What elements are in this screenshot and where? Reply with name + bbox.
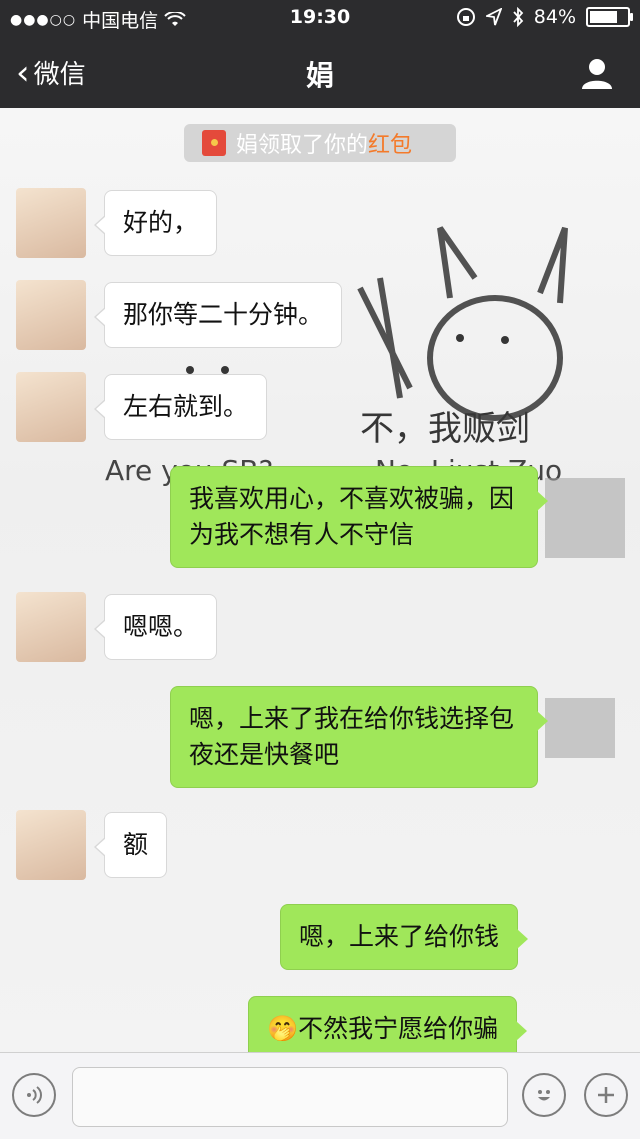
- message-bubble-outgoing[interactable]: 嗯，上来了给你钱: [280, 904, 529, 970]
- input-bar: [0, 1052, 640, 1139]
- contact-avatar[interactable]: [16, 810, 86, 880]
- bluetooth-icon: [513, 7, 524, 27]
- message-bubble-incoming[interactable]: 左右就到。: [93, 374, 268, 440]
- system-message-text: 娟领取了你的: [236, 133, 369, 158]
- contact-avatar[interactable]: [16, 188, 86, 258]
- nav-bar: ‹ 微信 娟: [0, 40, 640, 108]
- message-bubble-outgoing[interactable]: 我喜欢用心，不喜欢被骗，因为我不想有人不守信: [170, 466, 548, 568]
- chat-title: 娟: [305, 59, 334, 92]
- contact-avatar[interactable]: [16, 372, 86, 442]
- battery-percent: 84%: [533, 6, 576, 28]
- message-bubble-incoming[interactable]: 嗯嗯。: [93, 594, 218, 660]
- message-bubble-outgoing[interactable]: 嗯，上来了我在给你钱选择包夜还是快餐吧: [170, 686, 548, 788]
- message-bubble-incoming[interactable]: 那你等二十分钟。: [93, 282, 343, 348]
- rotation-lock-icon: [456, 8, 475, 26]
- contact-avatar[interactable]: [16, 592, 86, 662]
- battery-icon: [586, 7, 633, 27]
- voice-icon: [27, 1086, 42, 1104]
- emoji-button[interactable]: [522, 1073, 566, 1117]
- contact-avatar[interactable]: [16, 280, 86, 350]
- plus-icon: [598, 1087, 614, 1103]
- message-bubble-incoming[interactable]: 额: [93, 812, 168, 878]
- top-bar: ●●●○○ 中国电信 19:30 84% ‹ 微信 娟: [0, 0, 640, 108]
- profile-icon[interactable]: [580, 56, 614, 90]
- location-icon: [485, 8, 502, 26]
- message-bubble-incoming[interactable]: 好的，: [93, 190, 218, 256]
- voice-button[interactable]: [12, 1073, 56, 1117]
- message-bubble-outgoing[interactable]: 🤭不然我宁愿给你骗: [248, 996, 528, 1052]
- message-input[interactable]: [72, 1067, 508, 1127]
- chat-area[interactable]: 不，我贩剑 Are you SB? No, I just Zuo 娟领取了你的红…: [0, 108, 640, 1052]
- red-packet-link[interactable]: 红包: [368, 133, 412, 158]
- system-message: 娟领取了你的红包: [184, 124, 456, 162]
- smiley-icon: [538, 1090, 550, 1101]
- status-bar: ●●●○○ 中国电信 19:30 84%: [0, 0, 640, 36]
- red-packet-icon: [202, 130, 226, 156]
- more-button[interactable]: [584, 1073, 628, 1117]
- bg-caption-cn: 不，我贩剑: [360, 409, 530, 449]
